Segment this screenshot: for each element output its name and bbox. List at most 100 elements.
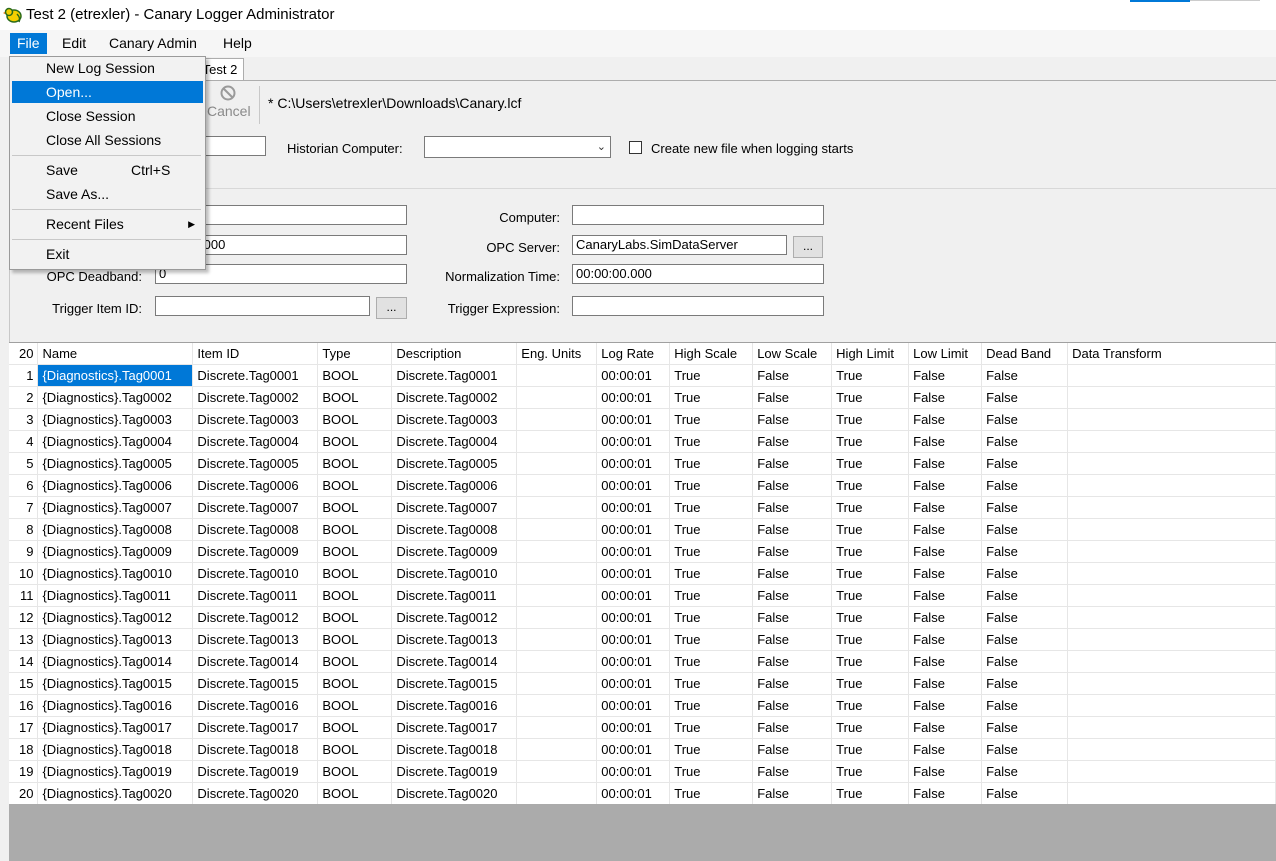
table-cell[interactable]: Discrete.Tag0002 xyxy=(391,386,518,409)
table-cell[interactable] xyxy=(1067,694,1276,717)
table-cell[interactable]: 00:00:01 xyxy=(596,430,671,453)
table-cell[interactable]: False xyxy=(981,672,1069,695)
table-cell[interactable]: True xyxy=(831,716,910,739)
table-cell[interactable]: False xyxy=(752,540,833,563)
table-cell[interactable]: Discrete.Tag0015 xyxy=(192,672,319,695)
menu-save-as[interactable]: Save As... xyxy=(12,183,203,205)
table-cell[interactable]: {Diagnostics}.Tag0015 xyxy=(37,672,194,695)
table-cell[interactable]: Discrete.Tag0003 xyxy=(192,408,319,431)
table-cell[interactable]: True xyxy=(831,496,910,519)
table-cell[interactable]: Discrete.Tag0009 xyxy=(192,540,319,563)
table-cell[interactable]: Discrete.Tag0019 xyxy=(391,760,518,783)
table-cell[interactable]: False xyxy=(752,584,833,607)
table-cell[interactable] xyxy=(1067,408,1276,431)
table-cell[interactable] xyxy=(1067,738,1276,761)
table-row[interactable]: 6 {Diagnostics}.Tag0006 Discrete.Tag0006 BO… xyxy=(9,474,1276,497)
table-cell[interactable]: True xyxy=(669,650,754,673)
table-cell[interactable]: False xyxy=(908,430,983,453)
table-cell[interactable]: {Diagnostics}.Tag0018 xyxy=(37,738,194,761)
table-cell[interactable]: Discrete.Tag0020 xyxy=(192,782,319,805)
table-cell[interactable]: 00:00:01 xyxy=(596,386,671,409)
table-cell[interactable]: BOOL xyxy=(317,430,393,453)
table-cell[interactable]: False xyxy=(981,562,1069,585)
table-cell[interactable]: Discrete.Tag0001 xyxy=(192,364,319,387)
table-cell[interactable]: False xyxy=(908,452,983,475)
table-cell[interactable] xyxy=(516,452,598,475)
table-cell[interactable]: {Diagnostics}.Tag0009 xyxy=(37,540,194,563)
table-cell[interactable]: False xyxy=(908,496,983,519)
menu-open[interactable]: Open... xyxy=(12,81,203,103)
table-cell[interactable]: {Diagnostics}.Tag0019 xyxy=(37,760,194,783)
table-cell[interactable]: Discrete.Tag0007 xyxy=(391,496,518,519)
table-cell[interactable]: False xyxy=(752,430,833,453)
table-cell[interactable]: BOOL xyxy=(317,738,393,761)
table-cell[interactable]: False xyxy=(908,782,983,805)
table-row[interactable]: 3 {Diagnostics}.Tag0003 Discrete.Tag0003 BO… xyxy=(9,408,1276,431)
table-cell[interactable]: False xyxy=(981,364,1069,387)
table-cell[interactable]: False xyxy=(752,650,833,673)
menu-canary-admin[interactable]: Canary Admin xyxy=(102,33,204,54)
menu-edit[interactable]: Edit xyxy=(55,33,93,54)
table-cell[interactable]: True xyxy=(669,540,754,563)
table-cell[interactable]: 00:00:01 xyxy=(596,694,671,717)
table-cell[interactable]: 00:00:01 xyxy=(596,584,671,607)
table-cell[interactable] xyxy=(516,386,598,409)
trigger-item-browse-button[interactable]: ... xyxy=(376,297,407,319)
table-cell[interactable]: Discrete.Tag0001 xyxy=(391,364,518,387)
table-cell[interactable]: False xyxy=(752,628,833,651)
table-cell[interactable]: True xyxy=(669,562,754,585)
table-cell[interactable]: Discrete.Tag0018 xyxy=(192,738,319,761)
table-cell[interactable]: Discrete.Tag0012 xyxy=(192,606,319,629)
table-cell[interactable]: Discrete.Tag0014 xyxy=(192,650,319,673)
table-cell[interactable]: Discrete.Tag0019 xyxy=(192,760,319,783)
column-header-type[interactable]: Type xyxy=(317,343,393,365)
table-cell[interactable]: {Diagnostics}.Tag0017 xyxy=(37,716,194,739)
table-cell[interactable]: {Diagnostics}.Tag0011 xyxy=(37,584,194,607)
table-cell[interactable]: Discrete.Tag0010 xyxy=(391,562,518,585)
table-cell[interactable]: BOOL xyxy=(317,518,393,541)
menu-new-log-session[interactable]: New Log Session xyxy=(12,57,203,79)
table-cell[interactable]: {Diagnostics}.Tag0002 xyxy=(37,386,194,409)
table-row[interactable]: 12 {Diagnostics}.Tag0012 Discrete.Tag0012 B… xyxy=(9,606,1276,629)
table-cell[interactable]: BOOL xyxy=(317,540,393,563)
table-cell[interactable] xyxy=(1067,474,1276,497)
table-cell[interactable] xyxy=(516,782,598,805)
table-cell[interactable]: True xyxy=(669,760,754,783)
table-cell[interactable]: False xyxy=(981,452,1069,475)
table-cell[interactable]: 00:00:01 xyxy=(596,650,671,673)
table-cell[interactable]: Discrete.Tag0005 xyxy=(192,452,319,475)
historian-computer-select[interactable]: ⌄ xyxy=(424,136,611,158)
menu-file[interactable]: File xyxy=(10,33,47,54)
table-cell[interactable]: True xyxy=(831,430,910,453)
opc-server-browse-button[interactable]: ... xyxy=(793,236,823,258)
table-cell[interactable]: False xyxy=(752,364,833,387)
table-cell[interactable]: Discrete.Tag0011 xyxy=(391,584,518,607)
opc-server-input[interactable]: CanaryLabs.SimDataServer xyxy=(572,235,787,255)
table-cell[interactable]: True xyxy=(669,408,754,431)
table-cell[interactable]: {Diagnostics}.Tag0004 xyxy=(37,430,194,453)
table-cell[interactable]: False xyxy=(908,540,983,563)
column-header-log-rate[interactable]: Log Rate xyxy=(596,343,671,365)
menu-close-session[interactable]: Close Session xyxy=(12,105,203,127)
table-cell[interactable]: {Diagnostics}.Tag0010 xyxy=(37,562,194,585)
table-cell[interactable]: BOOL xyxy=(317,650,393,673)
table-cell[interactable] xyxy=(516,606,598,629)
table-cell[interactable]: {Diagnostics}.Tag0013 xyxy=(37,628,194,651)
table-cell[interactable]: False xyxy=(752,408,833,431)
table-cell[interactable]: False xyxy=(981,430,1069,453)
table-cell[interactable]: BOOL xyxy=(317,760,393,783)
table-cell[interactable]: True xyxy=(669,496,754,519)
table-cell[interactable] xyxy=(1067,430,1276,453)
table-cell[interactable]: False xyxy=(752,496,833,519)
table-cell[interactable]: True xyxy=(669,738,754,761)
column-header-name[interactable]: Name xyxy=(37,343,194,365)
normalization-time-input[interactable]: 00:00:00.000 xyxy=(572,264,824,284)
table-cell[interactable] xyxy=(1067,650,1276,673)
settings-left-input-2[interactable]: .000 xyxy=(196,235,407,255)
table-cell[interactable]: Discrete.Tag0003 xyxy=(391,408,518,431)
table-cell[interactable]: {Diagnostics}.Tag0005 xyxy=(37,452,194,475)
table-cell[interactable]: Discrete.Tag0008 xyxy=(391,518,518,541)
table-cell[interactable]: False xyxy=(908,386,983,409)
table-cell[interactable]: True xyxy=(669,782,754,805)
table-cell[interactable]: False xyxy=(981,408,1069,431)
